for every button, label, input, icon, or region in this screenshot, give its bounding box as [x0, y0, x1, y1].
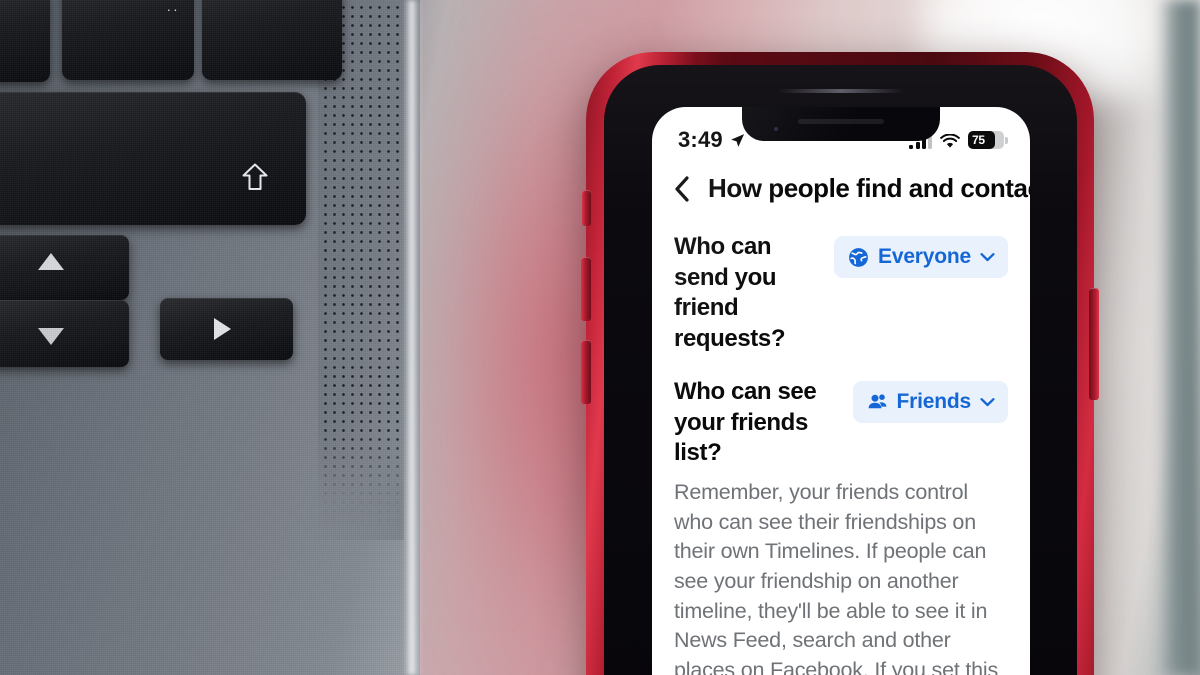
setting-row-friend-requests: Who can send you friend requests? Everyo…: [674, 220, 1008, 355]
audience-value: Friends: [896, 389, 972, 413]
battery-nub: [1004, 136, 1008, 144]
keyboard-key-arrow-up[interactable]: [0, 235, 129, 300]
power-button[interactable]: [1089, 288, 1099, 400]
globe-icon: [849, 247, 868, 267]
chevron-left-icon[interactable]: [674, 175, 690, 202]
location-arrow-icon: [730, 133, 744, 147]
keyboard-key-shift[interactable]: [0, 92, 306, 225]
key-glyph-colon: ..: [167, 0, 181, 14]
macbook-speaker-grille: [318, 0, 404, 528]
chevron-down-icon: [980, 397, 995, 407]
keyboard-key-arrow-down[interactable]: [0, 300, 129, 367]
setting-description-friends-list: Remember, your friends control who can s…: [674, 480, 999, 675]
facebook-privacy-settings: How people find and contact you Who can …: [652, 161, 1030, 675]
status-bar-left: 3:49: [678, 127, 745, 153]
macbook-grille-fade: [318, 430, 404, 540]
iphone-screen: 3:49 75 How people find and conta Who ca…: [652, 107, 1030, 675]
arrow-up-icon: [38, 253, 64, 270]
keyboard-key-semicolon[interactable]: ..: [62, 0, 194, 80]
navigation-bar: How people find and contact you: [674, 161, 1030, 220]
mute-switch[interactable]: [582, 190, 591, 226]
keyboard-key-arrow-right[interactable]: [160, 298, 293, 360]
status-bar-clock: 3:49: [678, 127, 723, 152]
battery-percent: 75: [972, 133, 985, 147]
keyboard-key-slash[interactable]: /: [0, 0, 50, 82]
keyboard-key-quote[interactable]: [202, 0, 342, 80]
display-notch: [742, 107, 940, 141]
iphone-device: 3:49 75 How people find and conta Who ca…: [581, 52, 1099, 675]
volume-down-button[interactable]: [581, 340, 591, 404]
shift-arrow-icon: [242, 163, 268, 190]
notch-earpiece: [798, 119, 884, 124]
background-right-strip: [1158, 0, 1200, 675]
people-icon: [868, 394, 886, 409]
audience-selector-friends-list[interactable]: Friends: [852, 380, 1008, 423]
macbook-edge-highlight: [404, 0, 422, 675]
iphone-bezel: 3:49 75 How people find and conta Who ca…: [604, 65, 1077, 675]
volume-up-button[interactable]: [581, 257, 591, 321]
arrow-down-icon: [38, 328, 64, 345]
setting-row-friends-list: Who can see your friends list? Friends: [674, 355, 1008, 469]
arrow-right-icon: [214, 318, 231, 340]
wifi-icon: [940, 134, 960, 148]
earpiece-speaker-grille: [777, 89, 904, 93]
macbook-body: / ..: [0, 0, 420, 675]
setting-question: Who can see your friends list?: [674, 377, 817, 467]
audience-selector-friend-requests[interactable]: Everyone: [834, 236, 1008, 278]
audience-value: Everyone: [878, 245, 971, 268]
chevron-down-icon: [980, 253, 995, 262]
photo-scene: / ..: [0, 0, 1200, 675]
page-title: How people find and contact you: [708, 173, 1030, 203]
setting-question: Who can send you friend requests?: [674, 233, 786, 353]
battery-icon: 75: [968, 131, 1008, 149]
